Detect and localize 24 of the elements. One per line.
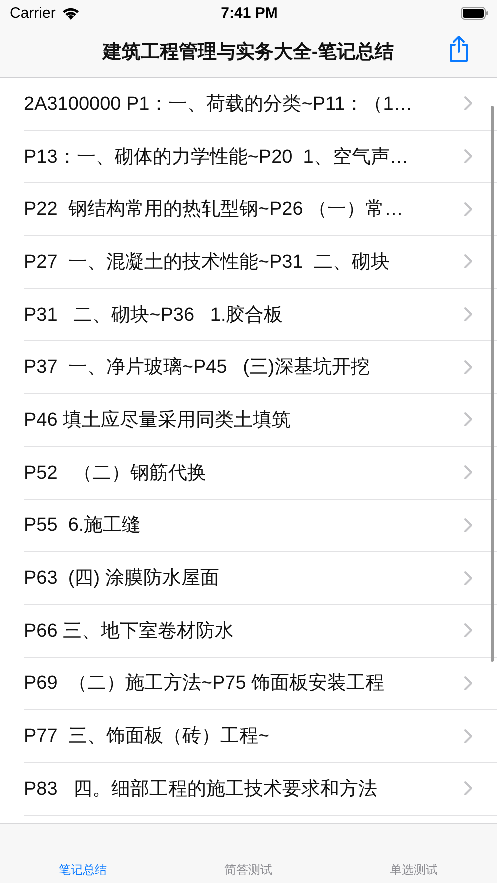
chevron-icon — [464, 307, 473, 322]
chevron-icon — [464, 254, 473, 270]
chevron-icon — [464, 202, 473, 217]
list-row[interactable]: P69 （二）施工方法~P75 饰面板安装工程 — [24, 658, 497, 710]
chevron-icon — [464, 781, 473, 796]
nav-title: 建筑工程管理与实务大全-笔记总结 — [102, 40, 394, 64]
tab[interactable]: 笔记总结 — [0, 862, 166, 881]
list-row[interactable]: P83 四。细部工程的施工技术要求和方法 — [24, 762, 497, 816]
chevron-icon — [464, 518, 473, 533]
chevron-icon — [464, 149, 473, 164]
wifi-icon — [62, 6, 80, 20]
chevron-icon — [464, 465, 473, 480]
carrier-label: Carrier — [10, 4, 56, 22]
share-icon[interactable] — [448, 35, 470, 63]
chevron-icon — [464, 412, 473, 428]
chevron-icon — [464, 728, 473, 744]
chevron-icon — [464, 360, 473, 375]
chevron-icon — [464, 676, 473, 691]
chevron-icon — [464, 570, 473, 586]
battery-icon — [460, 6, 489, 20]
list-row[interactable]: P77 三、饰面板（砖）工程~ — [24, 710, 497, 763]
chevron-icon — [464, 623, 473, 638]
status-time: 7:41 PM — [221, 4, 278, 22]
chevron-icon — [464, 96, 473, 112]
